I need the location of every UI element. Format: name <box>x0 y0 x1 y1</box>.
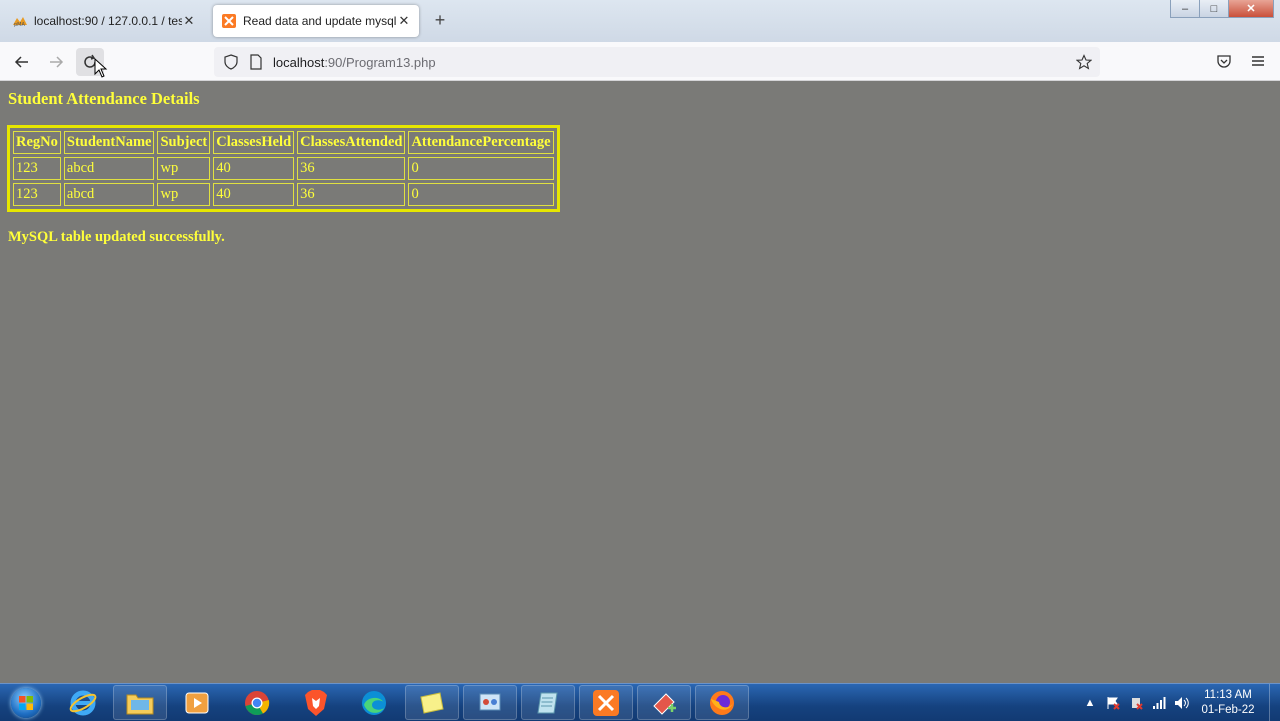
tab-title: localhost:90 / 127.0.0.1 / test / p <box>34 14 182 28</box>
windows-logo-icon <box>11 687 41 718</box>
close-icon[interactable]: ✕ <box>397 13 411 29</box>
page-title: Student Attendance Details <box>8 89 200 108</box>
firefox-icon <box>710 690 734 715</box>
page-content: Student Attendance Details RegNo Student… <box>0 81 1280 683</box>
taskbar-media-player-button[interactable] <box>170 685 224 720</box>
table-cell: 36 <box>297 157 406 180</box>
paint-icon <box>653 692 676 715</box>
taskbar-network-tool-button[interactable] <box>463 685 517 720</box>
edge-icon <box>362 690 386 715</box>
attendance-table-frame: RegNo StudentName Subject ClassesHeld Cl… <box>7 125 560 212</box>
table-header-row: RegNo StudentName Subject ClassesHeld Cl… <box>13 131 554 154</box>
bookmark-star-icon[interactable] <box>1076 54 1092 70</box>
taskbar-ie-button[interactable] <box>56 685 110 720</box>
network-signal-icon[interactable] <box>1149 695 1169 711</box>
window-controls: – □ ✕ <box>1170 0 1274 18</box>
show-desktop-button[interactable] <box>1269 684 1280 721</box>
address-bar[interactable]: localhost:90/Program13.php <box>214 47 1100 77</box>
volume-icon[interactable] <box>1172 695 1192 711</box>
table-row: 123 abcd wp 40 36 0 <box>13 183 554 206</box>
xampp-icon <box>221 13 237 29</box>
attendance-table: RegNo StudentName Subject ClassesHeld Cl… <box>10 128 557 209</box>
table-cell: abcd <box>63 183 155 206</box>
taskbar-notepad-button[interactable] <box>521 685 575 720</box>
column-header: RegNo <box>13 131 61 154</box>
action-center-flag-icon[interactable] <box>1103 695 1123 711</box>
column-header: Subject <box>157 131 211 154</box>
tab-strip: pMA localhost:90 / 127.0.0.1 / test / p … <box>0 0 1280 42</box>
media-player-icon <box>185 692 209 713</box>
taskbar-explorer-button[interactable] <box>113 685 167 720</box>
tab-title: Read data and update mysql tab <box>243 14 397 28</box>
taskbar-chrome-button[interactable] <box>230 685 284 720</box>
brave-icon <box>305 689 327 716</box>
table-cell: 0 <box>408 157 554 180</box>
network-tool-icon <box>479 693 501 710</box>
system-tray: ▲ 11:13 AM 01-Feb-22 <box>1080 684 1280 721</box>
taskbar-paint-button[interactable] <box>637 685 691 720</box>
table-cell: abcd <box>63 157 155 180</box>
internet-explorer-icon <box>69 690 97 715</box>
column-header: ClassesAttended <box>297 131 406 154</box>
url-text[interactable]: localhost:90/Program13.php <box>273 55 436 70</box>
table-cell: 123 <box>13 183 61 206</box>
taskbar-clock[interactable]: 11:13 AM 01-Feb-22 <box>1195 688 1261 718</box>
hamburger-menu-icon[interactable] <box>1250 53 1266 69</box>
tab-phpmyadmin[interactable]: pMA localhost:90 / 127.0.0.1 / test / p … <box>4 5 204 37</box>
notepad-icon <box>537 692 558 713</box>
status-message: MySQL table updated successfully. <box>8 229 225 245</box>
pocket-icon[interactable] <box>1216 53 1232 69</box>
close-icon[interactable]: ✕ <box>182 13 196 29</box>
xampp-icon <box>593 689 619 716</box>
taskbar-firefox-button[interactable] <box>695 685 749 720</box>
navigation-toolbar: localhost:90/Program13.php <box>0 42 1280 81</box>
mouse-cursor-icon <box>94 58 108 78</box>
column-header: ClassesHeld <box>213 131 295 154</box>
tab-program13[interactable]: Read data and update mysql tab ✕ <box>213 5 419 37</box>
back-button[interactable] <box>8 48 36 76</box>
table-cell: wp <box>157 157 211 180</box>
table-cell: 123 <box>13 157 61 180</box>
column-header: StudentName <box>63 131 155 154</box>
taskbar-sticky-notes-button[interactable] <box>405 685 459 720</box>
chrome-icon <box>245 690 270 715</box>
maximize-icon[interactable]: □ <box>1199 0 1229 18</box>
show-hidden-icons-icon[interactable]: ▲ <box>1080 695 1100 711</box>
folder-icon <box>126 694 154 714</box>
start-button[interactable] <box>4 684 48 721</box>
table-cell: 0 <box>408 183 554 206</box>
clock-time: 11:13 AM <box>1204 688 1252 701</box>
svg-text:pMA: pMA <box>14 22 25 27</box>
sticky-notes-icon <box>420 691 444 714</box>
usb-device-icon[interactable] <box>1126 695 1146 711</box>
taskbar-brave-button[interactable] <box>289 685 343 720</box>
table-cell: 40 <box>213 183 295 206</box>
column-header: AttendancePercentage <box>408 131 554 154</box>
table-row: 123 abcd wp 40 36 0 <box>13 157 554 180</box>
windows-taskbar: ▲ 11:13 AM 01-Feb-22 <box>0 683 1280 721</box>
table-cell: 40 <box>213 157 295 180</box>
arrow-left-icon <box>14 56 28 68</box>
shield-icon[interactable] <box>223 54 239 70</box>
taskbar-edge-button[interactable] <box>347 685 401 720</box>
forward-button[interactable] <box>42 48 70 76</box>
new-tab-button[interactable]: + <box>431 10 449 31</box>
arrow-right-icon <box>50 56 64 68</box>
page-icon[interactable] <box>249 54 263 70</box>
minimize-icon[interactable]: – <box>1170 0 1200 18</box>
phpmyadmin-icon: pMA <box>12 13 28 29</box>
table-cell: 36 <box>297 183 406 206</box>
taskbar-xampp-button[interactable] <box>579 685 633 720</box>
table-cell: wp <box>157 183 211 206</box>
window-close-icon[interactable]: ✕ <box>1228 0 1274 18</box>
clock-date: 01-Feb-22 <box>1201 703 1255 716</box>
